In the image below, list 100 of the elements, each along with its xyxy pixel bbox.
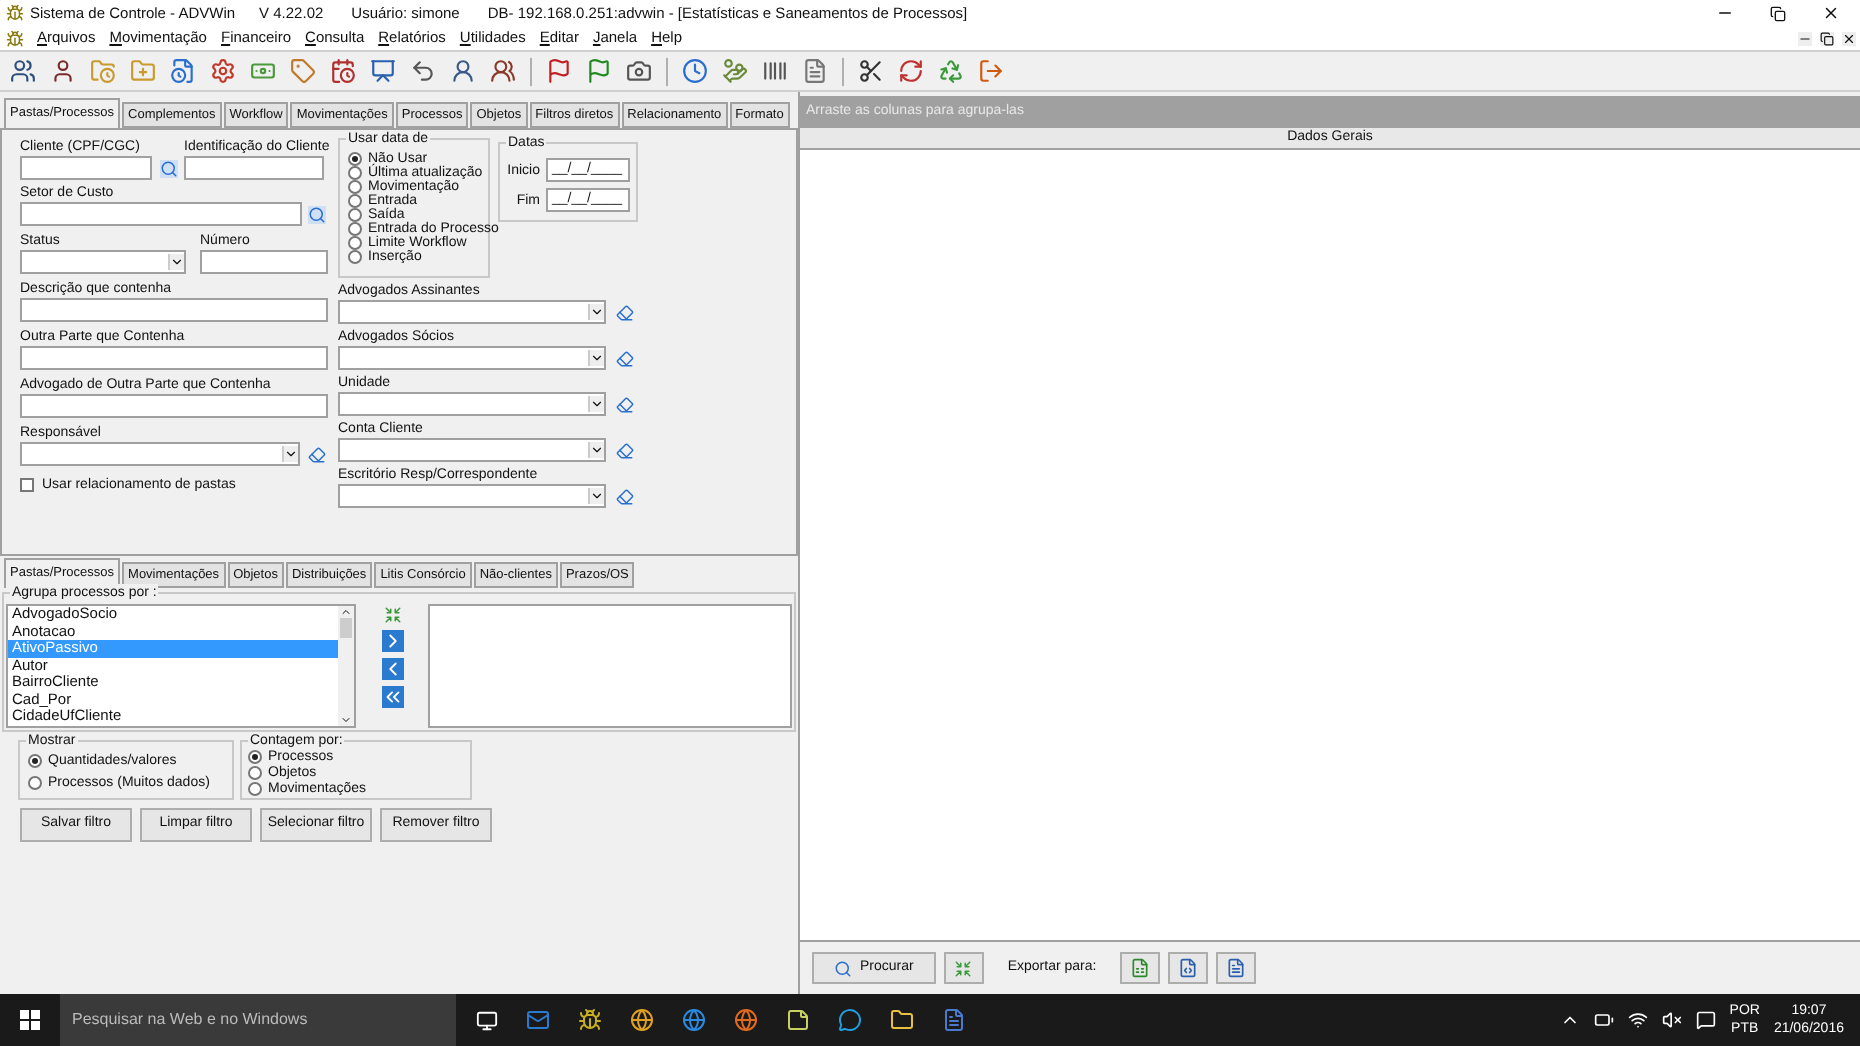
mail-icon[interactable] [526,1008,550,1032]
users-icon[interactable] [10,58,36,84]
input-field[interactable] [20,156,152,180]
scrollbar[interactable] [338,606,354,726]
lookup-icon[interactable] [308,205,326,223]
wifi-icon[interactable] [1627,1010,1648,1030]
checkbox[interactable] [20,478,34,492]
folder-clock-icon[interactable] [90,58,116,84]
restore-icon[interactable] [1770,5,1786,21]
dropdown-field[interactable] [20,442,300,466]
dropdown-arrow-icon [588,350,604,366]
windows-logo-icon[interactable] [20,1010,40,1030]
scroll-up-icon[interactable] [340,606,352,618]
battery-icon[interactable] [1593,1010,1614,1030]
file-clock-icon[interactable] [170,58,196,84]
dropdown-field[interactable] [338,392,606,416]
flag-icon[interactable] [586,58,612,84]
move-all-left-icon[interactable] [381,686,403,708]
radio-button[interactable] [348,166,362,180]
export-button[interactable] [1168,952,1209,984]
camera-icon[interactable] [626,58,652,84]
barcode-icon[interactable] [762,58,788,84]
close-icon[interactable] [1822,4,1840,22]
dropdown-field[interactable] [338,346,606,370]
lookup-icon[interactable] [160,159,178,177]
radio-button[interactable] [348,250,362,264]
radio-button[interactable] [248,750,262,764]
scissors-icon[interactable] [858,58,884,84]
radio-button[interactable] [348,236,362,250]
eraser-icon[interactable] [616,441,634,459]
user-icon[interactable] [50,58,76,84]
document-icon[interactable] [802,58,828,84]
globe-icon[interactable] [734,1008,758,1032]
input-field[interactable] [184,156,324,180]
hand-coins-icon[interactable] [722,58,748,84]
radio-button[interactable] [28,776,42,790]
dropdown-arrow-icon [588,488,604,504]
volume-muted-icon[interactable] [1661,1010,1682,1030]
radio-button[interactable] [248,782,262,796]
banknote-icon[interactable] [250,58,276,84]
radio-button[interactable] [348,152,362,166]
minimize-icon[interactable] [1798,31,1812,45]
refresh-icon[interactable] [898,58,924,84]
dropdown-field[interactable] [338,438,606,462]
document-icon[interactable] [942,1008,966,1032]
restore-icon[interactable] [1820,31,1834,45]
radio-button[interactable] [28,754,42,768]
eraser-icon[interactable] [308,445,326,463]
eraser-icon[interactable] [616,487,634,505]
users-icon[interactable] [490,58,516,84]
folder-plus-icon[interactable] [130,58,156,84]
move-left-icon[interactable] [381,658,403,680]
dropdown-field[interactable] [338,300,606,324]
dropdown-arrow-icon [588,304,604,320]
dropdown-arrow-icon [282,446,298,462]
dropdown-field[interactable] [20,250,186,274]
chat-icon[interactable] [838,1008,862,1032]
tag-icon[interactable] [290,58,316,84]
app-icon[interactable] [578,1008,602,1032]
task-view-icon[interactable] [476,1009,498,1031]
search-field[interactable]: Pesquisar na Web e no Windows [60,994,456,1046]
eraser-icon[interactable] [616,349,634,367]
document-icon [1226,958,1247,978]
user-icon[interactable] [450,58,476,84]
input-field[interactable] [20,298,328,322]
scroll-down-icon[interactable] [340,714,352,726]
recycle-icon[interactable] [938,58,964,84]
spreadsheet-icon [1130,958,1151,978]
clear-icon[interactable] [383,606,401,624]
presentation-icon[interactable] [370,58,396,84]
sticky-note-icon[interactable] [786,1008,810,1032]
radio-button[interactable] [348,194,362,208]
flag-icon[interactable] [546,58,572,84]
radio-button[interactable] [348,222,362,236]
folder-icon[interactable] [890,1008,914,1032]
move-right-icon[interactable] [381,630,403,652]
dropdown-arrow-icon [588,396,604,412]
input-field[interactable] [20,394,328,418]
dropdown-field[interactable] [338,484,606,508]
undo-arrow-icon[interactable] [410,58,436,84]
input-field[interactable] [20,346,328,370]
exit-icon[interactable] [978,58,1004,84]
clock-icon[interactable] [682,58,708,84]
radio-button[interactable] [248,766,262,780]
gear-icon[interactable] [210,58,236,84]
globe-icon[interactable] [630,1008,654,1032]
clear-button[interactable] [943,952,984,984]
eraser-icon[interactable] [616,303,634,321]
calendar-clock-icon[interactable] [330,58,356,84]
input-field[interactable] [200,250,328,274]
scroll-thumb[interactable] [340,618,352,638]
export-button[interactable] [1216,952,1257,984]
input-field[interactable] [20,202,302,226]
globe-icon[interactable] [682,1008,706,1032]
radio-button[interactable] [348,208,362,222]
notification-icon[interactable] [1695,1010,1716,1030]
radio-button[interactable] [348,180,362,194]
close-icon[interactable] [1842,31,1856,45]
export-button[interactable] [1120,952,1161,984]
eraser-icon[interactable] [616,395,634,413]
